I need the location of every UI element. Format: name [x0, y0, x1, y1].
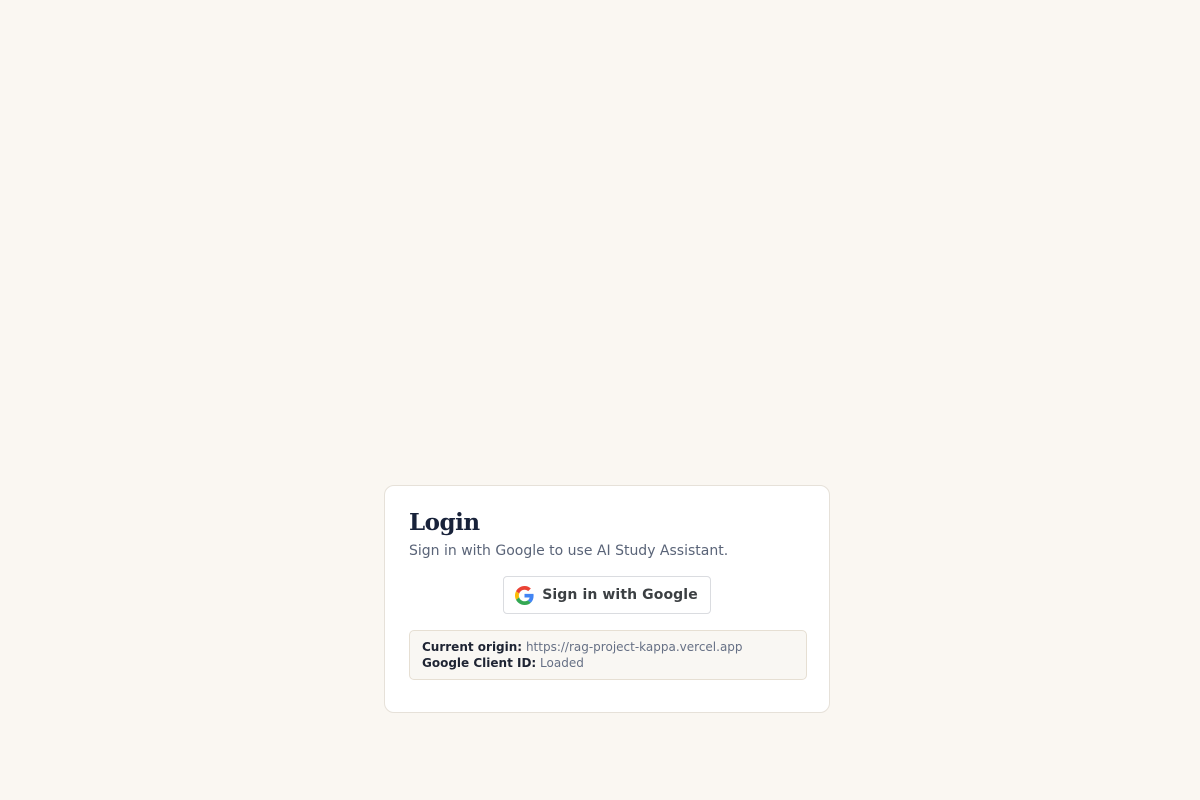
- google-button-label: Sign in with Google: [542, 587, 698, 603]
- debug-info-box: Current origin: https://rag-project-kapp…: [409, 630, 807, 680]
- google-g-icon: [515, 585, 534, 605]
- client-id-label: Google Client ID:: [422, 656, 537, 670]
- client-id-line: Google Client ID: Loaded: [422, 655, 794, 671]
- origin-line: Current origin: https://rag-project-kapp…: [422, 639, 794, 655]
- login-title: Login: [409, 509, 480, 536]
- login-card: Login Sign in with Google to use AI Stud…: [384, 485, 830, 713]
- origin-label: Current origin:: [422, 640, 523, 654]
- origin-value: https://rag-project-kappa.vercel.app: [525, 640, 743, 654]
- client-id-value: Loaded: [540, 656, 584, 670]
- login-page: Login Sign in with Google to use AI Stud…: [0, 0, 1200, 800]
- sign-in-with-google-button[interactable]: Sign in with Google: [503, 576, 711, 614]
- login-subtitle: Sign in with Google to use AI Study Assi…: [409, 543, 729, 559]
- google-button-row: Sign in with Google: [409, 576, 805, 614]
